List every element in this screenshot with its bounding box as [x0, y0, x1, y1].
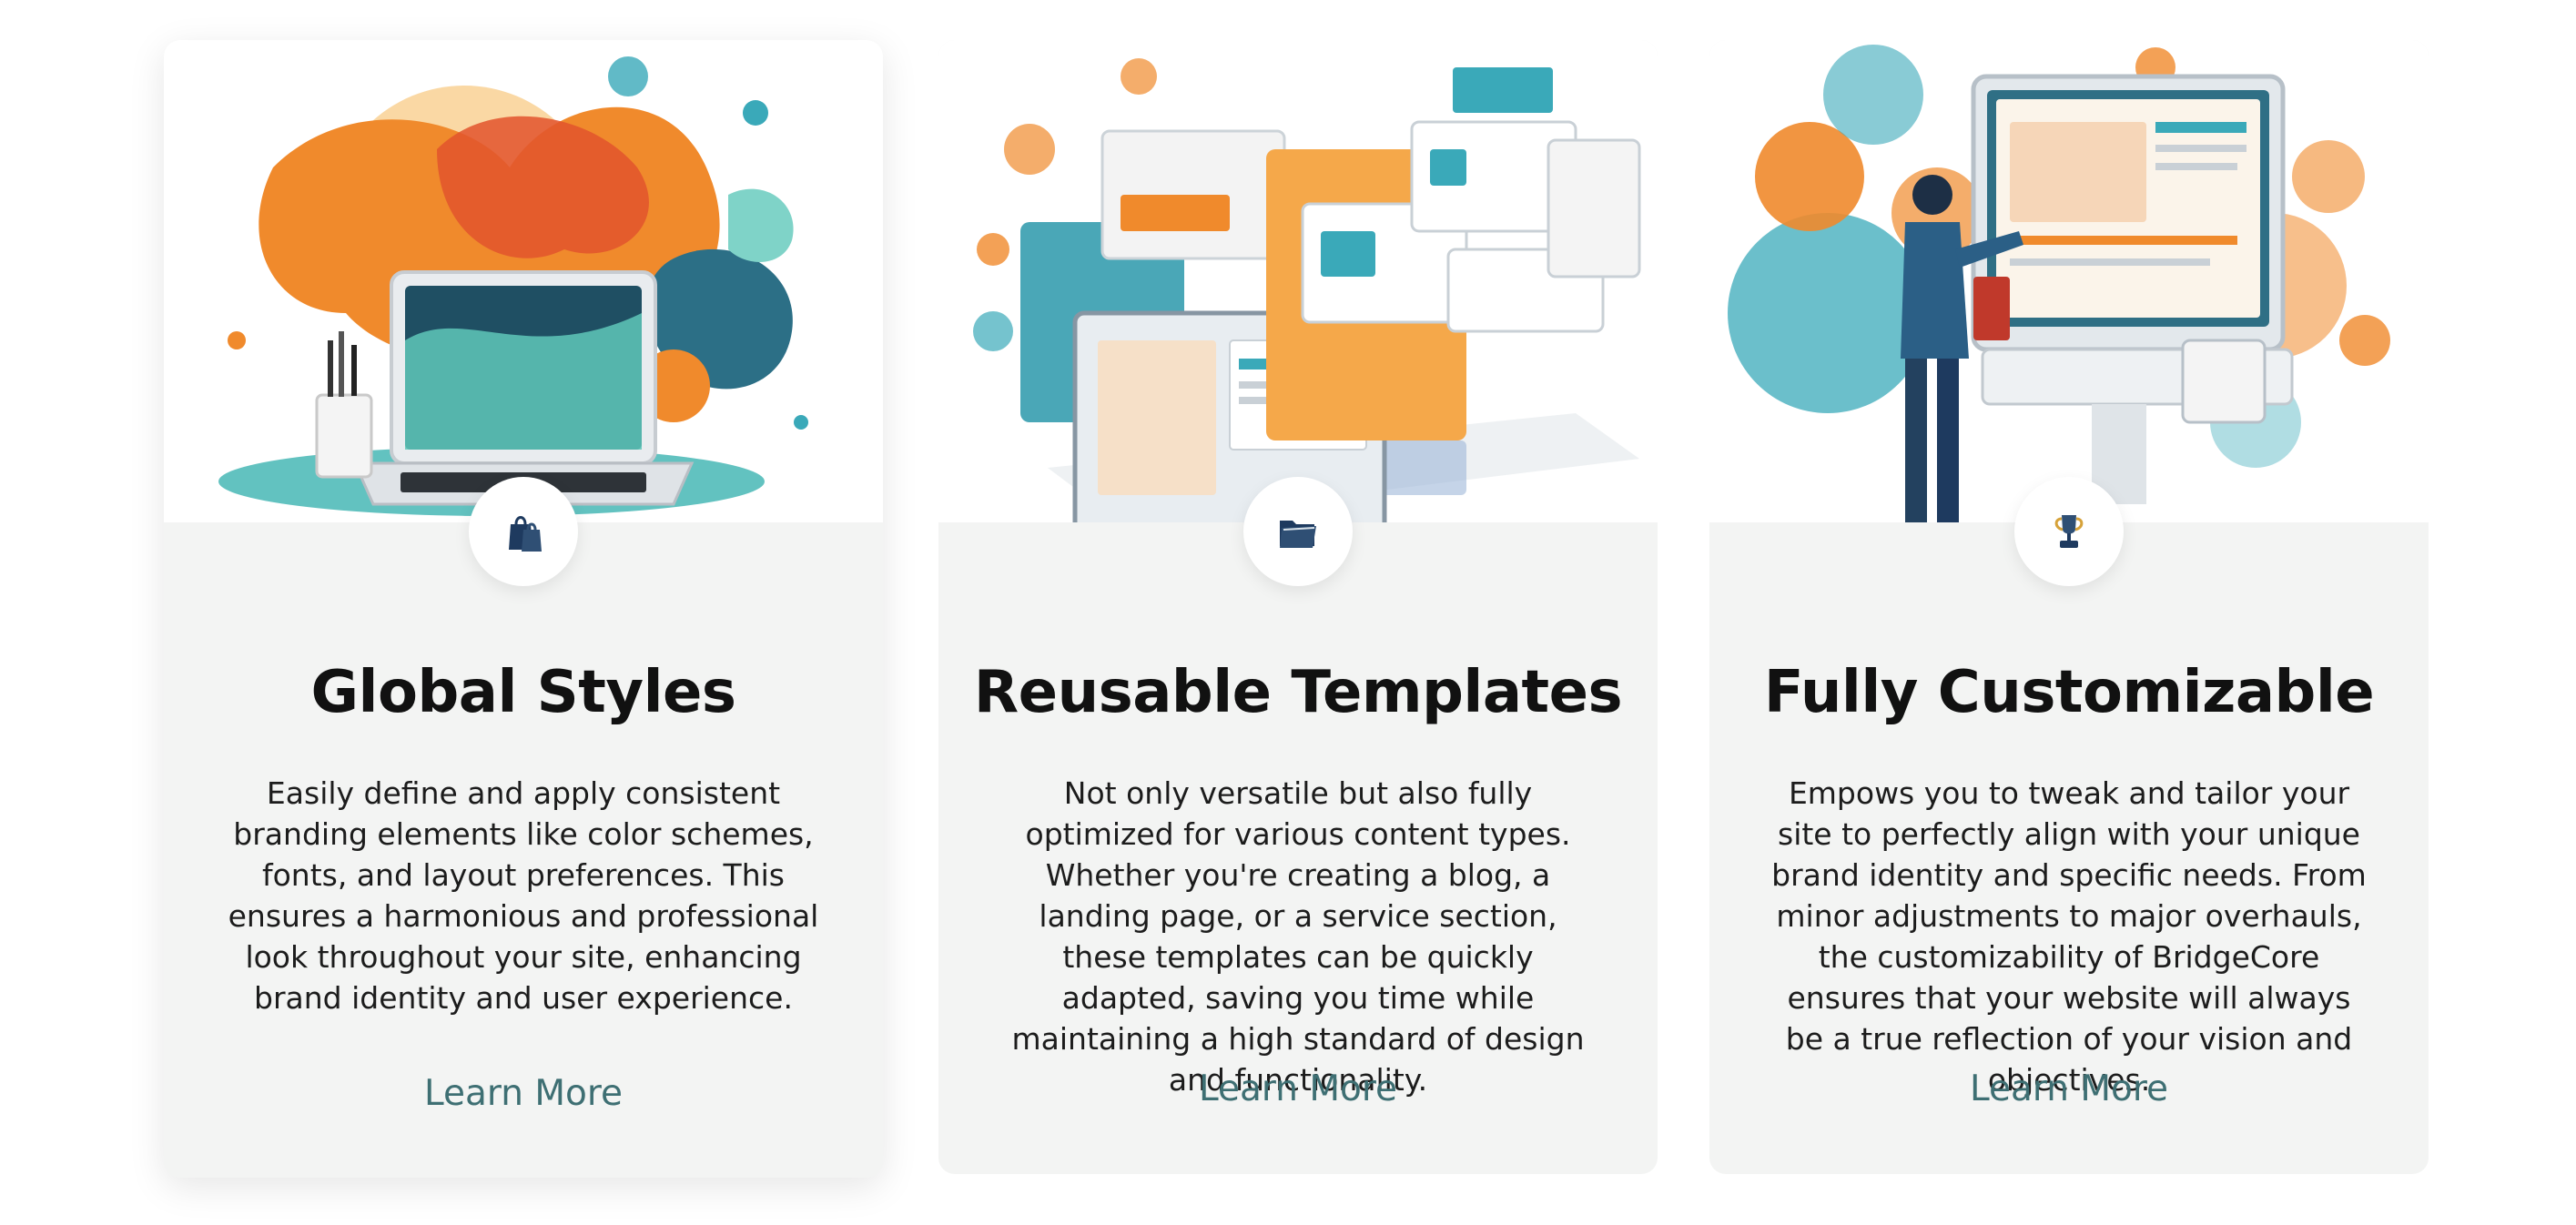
card-title: Reusable Templates [973, 659, 1623, 726]
folder-icon [1280, 521, 1316, 548]
feature-cards: Global Styles Easily define and apply co… [0, 0, 2576, 1225]
feature-card-fully-customizable: Fully Customizable Empows you to tweak a… [1709, 40, 2429, 1174]
learn-more-link[interactable]: Learn More [938, 1068, 1658, 1109]
laptop-paint-illustration [164, 40, 883, 522]
learn-more-link[interactable]: Learn More [164, 1073, 883, 1114]
card-icon-badge [2014, 477, 2124, 586]
templates-illustration [938, 40, 1658, 522]
card-description: Empows you to tweak and tailor your site… [1771, 775, 2367, 1098]
card-description: Easily define and apply consistent brand… [228, 775, 819, 1016]
feature-card-global-styles: Global Styles Easily define and apply co… [164, 40, 883, 1178]
card-title: Fully Customizable [1763, 659, 2375, 726]
person-monitor-illustration [1709, 40, 2429, 522]
card-icon-badge [1243, 477, 1353, 586]
card-title: Global Styles [310, 659, 737, 726]
shopping-bags-icon [509, 516, 542, 552]
trophy-icon [2054, 515, 2084, 548]
feature-card-reusable-templates: Reusable Templates Not only versatile bu… [938, 40, 1658, 1174]
card-description: Not only versatile but also fully optimi… [1011, 775, 1585, 1098]
card-icon-badge [469, 477, 578, 586]
learn-more-link[interactable]: Learn More [1709, 1068, 2429, 1109]
